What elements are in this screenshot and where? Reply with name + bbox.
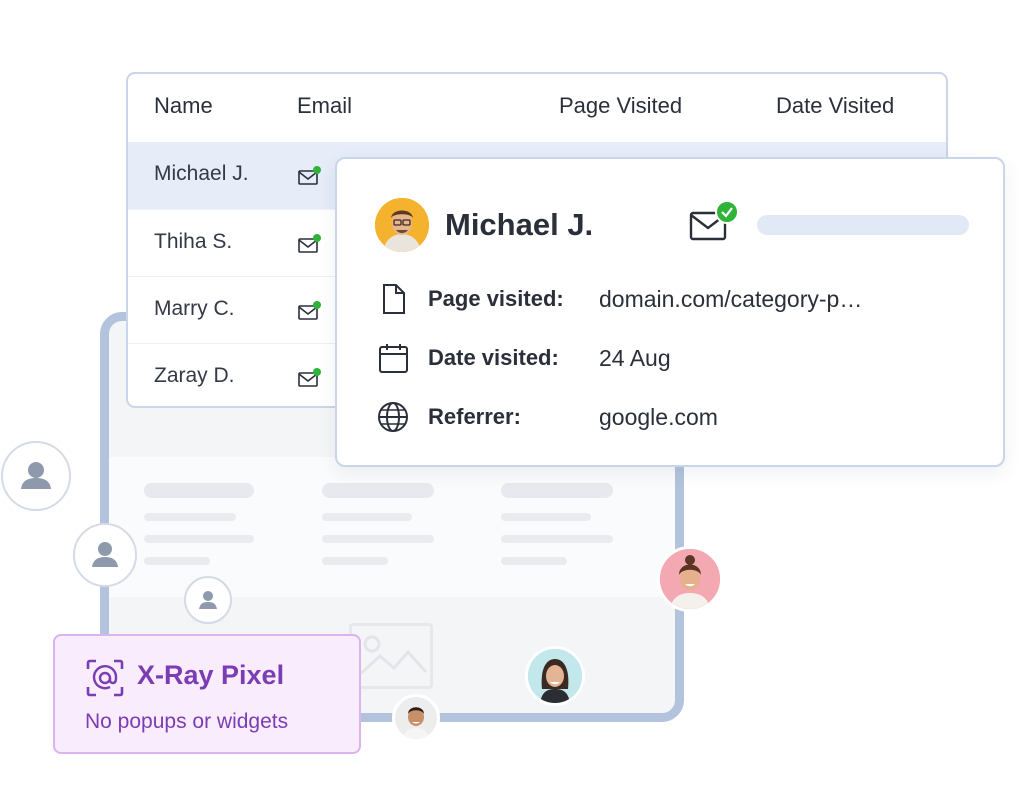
skeleton-band [109,457,675,597]
globe-icon [377,401,411,433]
email-verified-icon [298,301,321,320]
xray-pixel-badge: X-Ray Pixel No popups or widgets [53,634,361,754]
calendar-icon [377,342,411,374]
detail-value: 24 Aug [599,345,671,371]
anonymous-user-icon [184,576,232,624]
detail-row-referrer: Referrer: google.com [377,401,987,433]
row-name: Zaray D. [154,364,235,387]
column-header-page-visited[interactable]: Page Visited [559,93,682,119]
badge-subtitle: No popups or widgets [85,710,289,733]
avatar [392,694,440,742]
avatar [525,646,585,706]
column-header-date-visited[interactable]: Date Visited [776,93,894,119]
skeleton-line [322,557,388,565]
visitor-detail-card: Michael J. Page visited: domain.com/cate… [335,157,1005,467]
visitor-name: Michael J. [445,207,594,242]
column-header-name[interactable]: Name [154,93,213,119]
avatar [657,546,723,612]
image-placeholder-icon [349,623,433,689]
detail-row-date-visited: Date visited: 24 Aug [377,342,987,374]
skeleton-line [322,513,412,521]
skeleton-line [144,557,210,565]
row-name: Michael J. [154,162,249,185]
skeleton-heading [501,483,613,498]
skeleton-line [144,513,236,521]
anonymous-user-icon [1,441,71,511]
page-icon [377,283,411,315]
email-verified-icon [298,368,321,387]
detail-value: google.com [599,404,718,430]
email-verified-icon [298,166,321,185]
detail-row-page-visited: Page visited: domain.com/category-p… [377,283,987,315]
table-header: Name Email Page Visited Date Visited [128,74,946,142]
skeleton-bar [757,215,969,235]
detail-label: Date visited: [428,345,559,370]
avatar [375,198,429,252]
skeleton-line [322,535,434,543]
detail-label: Page visited: [428,286,564,311]
row-name: Thiha S. [154,230,233,253]
email-verified-icon [298,234,321,253]
skeleton-line [501,513,591,521]
detail-label: Referrer: [428,404,521,429]
skeleton-heading [144,483,254,498]
at-scan-icon [85,658,125,698]
skeleton-line [144,535,254,543]
detail-value: domain.com/category-p… [599,286,863,312]
skeleton-line [501,535,613,543]
row-name: Marry C. [154,297,235,320]
skeleton-heading [322,483,434,498]
column-header-email[interactable]: Email [297,93,352,119]
badge-title: X-Ray Pixel [137,660,285,690]
email-verified-icon [689,199,745,245]
skeleton-line [501,557,567,565]
anonymous-user-icon [73,523,137,587]
